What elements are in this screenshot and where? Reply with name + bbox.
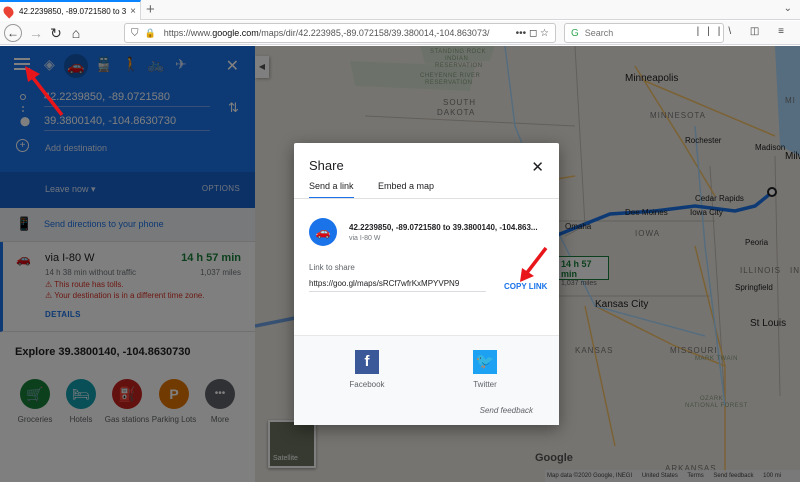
browser-tab[interactable]: 42.2239850, -89.0721580 to 39.3800 × — [0, 0, 141, 20]
facebook-label: Facebook — [349, 380, 385, 389]
toolbar-menu-icons[interactable]: |||\ ◫ ≡ — [697, 26, 792, 37]
social-share-section: f Facebook 🐦 Twitter Send feedback — [294, 335, 559, 425]
back-button[interactable]: ← — [4, 24, 22, 42]
link-label: Link to share — [309, 263, 355, 272]
tab-title: 42.2239850, -89.0721580 to 39.3800 — [19, 6, 127, 16]
send-feedback-link[interactable]: Send feedback — [480, 406, 533, 415]
tab-close-icon[interactable]: × — [130, 6, 136, 17]
annotation-arrow-copy-link — [520, 246, 548, 282]
tab-bar: 42.2239850, -89.0721580 to 39.3800 × + ⌄ — [0, 0, 800, 20]
facebook-icon: f — [355, 350, 379, 374]
navigation-bar: ← → ↻ ⌂ ⛉ 🔒 https://www.google.com/maps/… — [0, 21, 800, 45]
new-tab-button[interactable]: + — [146, 1, 155, 18]
google-maps-favicon-icon — [1, 3, 16, 19]
annotation-arrow-menu — [25, 66, 64, 117]
url-text[interactable]: https://www.google.com/maps/dir/42.22398… — [164, 28, 512, 38]
share-route-via: via I-80 W — [349, 235, 381, 242]
search-engine-icon: G — [571, 27, 579, 39]
url-bar[interactable]: ⛉ 🔒 https://www.google.com/maps/dir/42.2… — [124, 23, 556, 43]
tab-send-a-link[interactable]: Send a link — [309, 181, 354, 199]
twitter-share-button[interactable]: 🐦 Twitter — [460, 350, 510, 389]
close-icon[interactable]: ✕ — [531, 158, 544, 176]
tab-divider — [294, 198, 559, 199]
twitter-icon: 🐦 — [473, 350, 497, 374]
tab-list-icon[interactable]: ⌄ — [784, 3, 792, 14]
shield-icon[interactable]: ⛉ — [131, 28, 139, 39]
facebook-share-button[interactable]: f Facebook — [342, 350, 392, 389]
page-actions-icon[interactable]: ••• ◻ ☆ — [516, 28, 549, 39]
share-route-title: 42.2239850, -89.0721580 to 39.3800140, -… — [349, 223, 538, 232]
lock-icon[interactable]: 🔒 — [145, 28, 156, 39]
share-link-field[interactable]: https://goo.gl/maps/sRCf7wfrKxMPYVPN9 — [309, 279, 486, 292]
forward-button[interactable]: → — [26, 23, 46, 43]
dialog-title: Share — [309, 158, 344, 173]
tab-embed-a-map[interactable]: Embed a map — [378, 181, 434, 197]
car-icon: 🚗 — [309, 218, 337, 246]
twitter-label: Twitter — [473, 380, 497, 389]
home-button[interactable]: ⌂ — [66, 23, 86, 43]
reload-button[interactable]: ↻ — [46, 23, 66, 43]
